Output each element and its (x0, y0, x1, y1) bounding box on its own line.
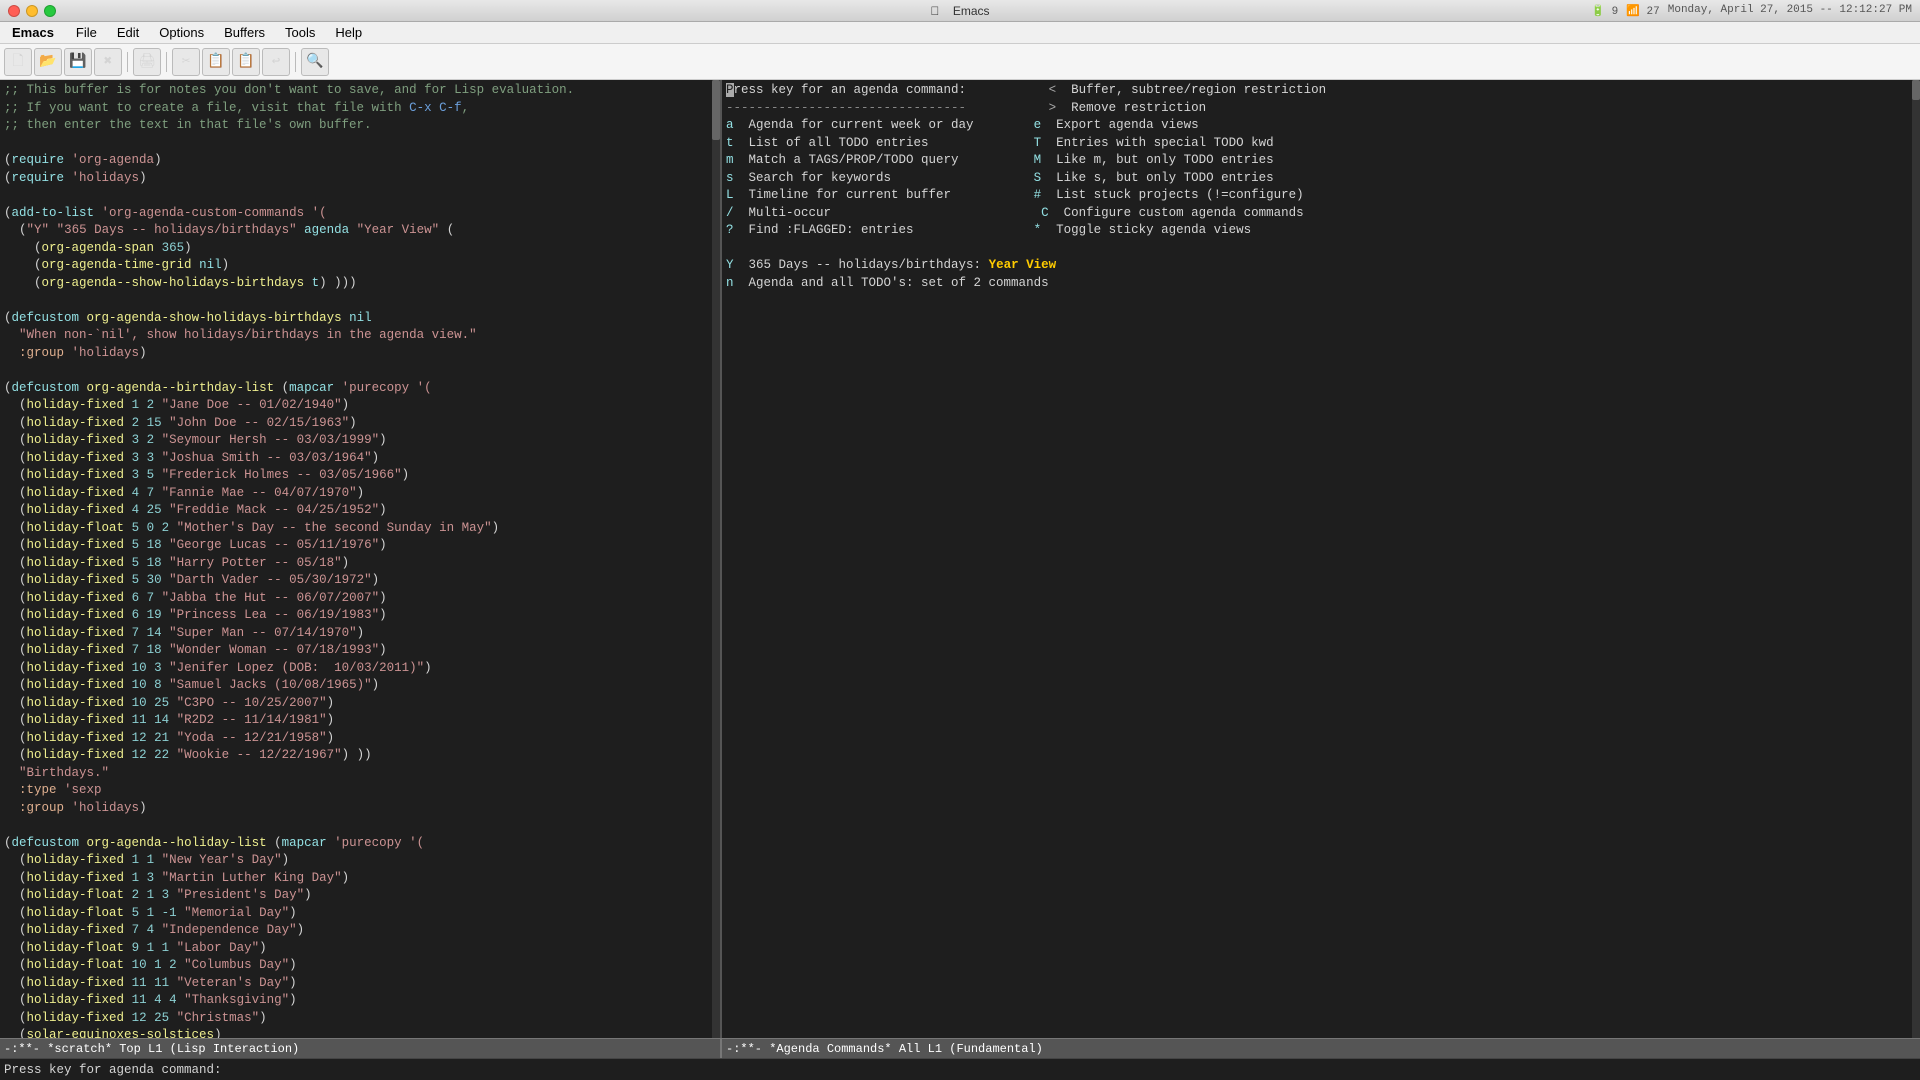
scratch-buffer[interactable]: ;; This buffer is for notes you don't wa… (0, 80, 722, 1038)
scratch-content: ;; This buffer is for notes you don't wa… (0, 80, 720, 1038)
undo-button[interactable]: ↩ (262, 48, 290, 76)
status-bars: -:**- *scratch* Top L1 (Lisp Interaction… (0, 1038, 1920, 1058)
new-file-button[interactable]: 🗋 (4, 48, 32, 76)
paste-button[interactable]: 📋 (232, 48, 260, 76)
app-title: Emacs (953, 4, 990, 18)
menu-options[interactable]: Options (149, 22, 214, 43)
title-right-icons: 🔋 9 📶 27 Monday, April 27, 2015 -- 12:12… (1591, 4, 1912, 18)
minibuffer-text: Press key for agenda command: (4, 1063, 222, 1077)
search-button[interactable]: 🔍 (301, 48, 329, 76)
menu-buffers[interactable]: Buffers (214, 22, 275, 43)
main-area: ;; This buffer is for notes you don't wa… (0, 80, 1920, 1038)
menu-bar: Emacs File Edit Options Buffers Tools He… (0, 22, 1920, 44)
menu-help[interactable]: Help (325, 22, 372, 43)
maximize-button[interactable] (44, 5, 56, 17)
print-button[interactable]: 🖨 (133, 48, 161, 76)
menu-app-name[interactable]: Emacs (0, 25, 66, 40)
agenda-commands-content: Press key for an agenda command: < Buffe… (722, 80, 1920, 294)
open-file-button[interactable]: 📂 (34, 48, 62, 76)
left-status-bar: -:**- *scratch* Top L1 (Lisp Interaction… (0, 1038, 722, 1058)
close-button[interactable] (8, 5, 20, 17)
minibuffer[interactable]: Press key for agenda command: (0, 1058, 1920, 1080)
window-title:  Emacs (930, 4, 989, 18)
battery-icon: 🔋 9 (1591, 4, 1618, 18)
cut-button[interactable]: ✂ (172, 48, 200, 76)
menu-edit[interactable]: Edit (107, 22, 149, 43)
agenda-commands-buffer[interactable]: Press key for an agenda command: < Buffe… (722, 80, 1920, 1038)
right-status-text: -:**- *Agenda Commands* All L1 (Fundamen… (726, 1042, 1043, 1056)
right-scrollbar[interactable] (1912, 80, 1920, 1038)
left-scrollbar[interactable] (712, 80, 720, 1038)
copy-button[interactable]: 📋 (202, 48, 230, 76)
minimize-button[interactable] (26, 5, 38, 17)
window-controls (8, 5, 56, 17)
toolbar: 🗋 📂 💾 ✖ 🖨 ✂ 📋 📋 ↩ 🔍 (0, 44, 1920, 80)
toolbar-sep-3 (295, 52, 296, 72)
title-bar:  Emacs 🔋 9 📶 27 Monday, April 27, 2015 … (0, 0, 1920, 22)
right-status-bar: -:**- *Agenda Commands* All L1 (Fundamen… (722, 1038, 1920, 1058)
apple-icon:  (930, 4, 939, 18)
close-buffer-button[interactable]: ✖ (94, 48, 122, 76)
datetime: Monday, April 27, 2015 -- 12:12:27 PM (1668, 4, 1912, 18)
wifi-icon: 📶 27 (1626, 4, 1660, 18)
left-status-text: -:**- *scratch* Top L1 (Lisp Interaction… (4, 1042, 299, 1056)
menu-tools[interactable]: Tools (275, 22, 325, 43)
toolbar-sep-2 (166, 52, 167, 72)
save-button[interactable]: 💾 (64, 48, 92, 76)
menu-file[interactable]: File (66, 22, 107, 43)
toolbar-sep-1 (127, 52, 128, 72)
